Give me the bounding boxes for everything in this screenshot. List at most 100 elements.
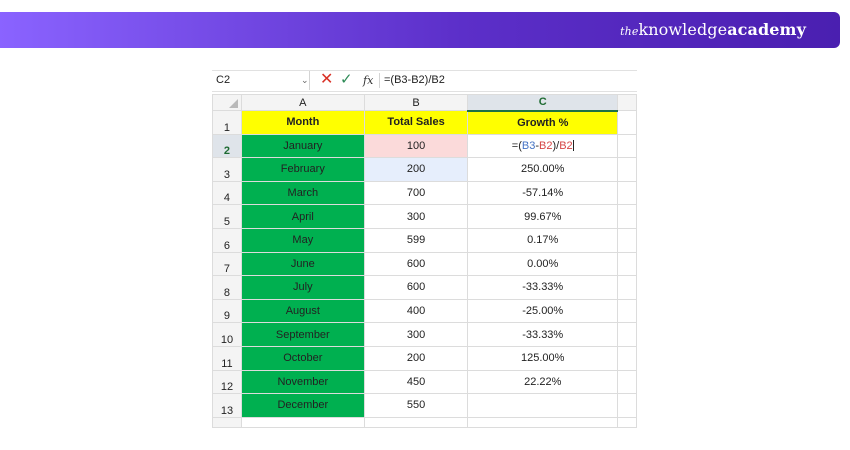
sales-cell[interactable]: 300: [363, 204, 469, 229]
table-row: 3 February 200 250.00%: [212, 157, 637, 182]
table-row: 11 October 200 125.00%: [212, 345, 637, 371]
month-cell[interactable]: January: [240, 133, 365, 159]
formula-ref-b2: B2: [559, 139, 573, 152]
growth-cell[interactable]: 0.17%: [467, 227, 619, 253]
empty-cell[interactable]: [240, 416, 365, 428]
growth-cell[interactable]: 22.22%: [467, 369, 619, 395]
name-box[interactable]: C2: [212, 71, 310, 90]
growth-cell[interactable]: 99.67%: [467, 204, 619, 229]
empty-cell[interactable]: [363, 416, 469, 428]
row-header[interactable]: 8: [212, 275, 242, 300]
month-cell[interactable]: May: [240, 227, 365, 253]
growth-cell[interactable]: 0.00%: [467, 251, 619, 277]
sales-cell[interactable]: 600: [363, 251, 469, 277]
row-header[interactable]: 10: [212, 322, 242, 347]
empty-cell[interactable]: [467, 416, 619, 428]
column-header-b[interactable]: B: [363, 94, 469, 111]
header-total-sales[interactable]: Total Sales: [363, 110, 469, 135]
select-all-corner[interactable]: [212, 94, 242, 111]
sales-cell[interactable]: 700: [363, 180, 469, 206]
growth-cell[interactable]: -33.33%: [467, 275, 619, 300]
empty-cell[interactable]: [617, 393, 637, 418]
growth-cell[interactable]: -25.00%: [467, 298, 619, 324]
month-cell[interactable]: July: [240, 275, 365, 300]
row-header[interactable]: 12: [212, 369, 242, 395]
growth-cell[interactable]: 125.00%: [467, 345, 619, 371]
empty-cell[interactable]: [617, 416, 637, 428]
table-row: 4 March 700 -57.14%: [212, 180, 637, 206]
close-x-icon[interactable]: ✕: [320, 70, 333, 90]
active-cell-editing[interactable]: =(B3-B2)/B2: [467, 133, 619, 159]
month-cell[interactable]: March: [240, 180, 365, 206]
empty-cell[interactable]: [617, 345, 637, 371]
empty-cell[interactable]: [617, 133, 637, 159]
formula-bar: C2 ⌄ ✕ ✓ fx =(B3-B2)/B2: [212, 70, 637, 92]
growth-cell[interactable]: 250.00%: [467, 157, 619, 182]
column-header-a[interactable]: A: [240, 94, 365, 111]
row-header[interactable]: 6: [212, 227, 242, 253]
growth-cell[interactable]: [467, 393, 619, 418]
row-header[interactable]: 11: [212, 345, 242, 371]
function-fx-icon[interactable]: fx: [363, 71, 373, 90]
cell-grid: A B C 1 Month Total Sales Growth % 2 Jan…: [212, 94, 637, 428]
sales-cell[interactable]: 400: [363, 298, 469, 324]
header-month[interactable]: Month: [240, 110, 365, 135]
formula-input[interactable]: =(B3-B2)/B2: [384, 71, 445, 90]
empty-cell[interactable]: [617, 251, 637, 277]
sales-cell[interactable]: 200: [363, 345, 469, 371]
table-row: 9 August 400 -25.00%: [212, 298, 637, 324]
text-caret: [572, 140, 574, 152]
row-header[interactable]: 7: [212, 251, 242, 277]
brand-prefix: the: [620, 25, 639, 38]
month-cell[interactable]: June: [240, 251, 365, 277]
column-header-d[interactable]: [617, 94, 637, 111]
brand-logo: theknowledgeacademy: [620, 12, 806, 48]
sales-cell-referenced[interactable]: 100: [363, 133, 469, 159]
spreadsheet: C2 ⌄ ✕ ✓ fx =(B3-B2)/B2 A B C 1 Month To…: [212, 70, 637, 430]
empty-cell[interactable]: [617, 204, 637, 229]
empty-cell[interactable]: [617, 157, 637, 182]
row-header[interactable]: 4: [212, 180, 242, 206]
month-cell[interactable]: August: [240, 298, 365, 324]
check-icon[interactable]: ✓: [340, 70, 353, 90]
row-header[interactable]: 3: [212, 157, 242, 182]
row-header[interactable]: 5: [212, 204, 242, 229]
row-header[interactable]: 9: [212, 298, 242, 324]
empty-cell[interactable]: [617, 322, 637, 347]
table-row: 6 May 599 0.17%: [212, 227, 637, 253]
sales-cell[interactable]: 450: [363, 369, 469, 395]
month-cell[interactable]: September: [240, 322, 365, 347]
growth-cell[interactable]: -33.33%: [467, 322, 619, 347]
sales-cell-referenced[interactable]: 200: [363, 157, 469, 182]
row-header[interactable]: [212, 416, 242, 428]
empty-cell[interactable]: [617, 298, 637, 324]
empty-cell[interactable]: [617, 110, 637, 135]
month-cell[interactable]: October: [240, 345, 365, 371]
sales-cell[interactable]: 300: [363, 322, 469, 347]
month-cell[interactable]: February: [240, 157, 365, 182]
empty-cell[interactable]: [617, 369, 637, 395]
sales-cell[interactable]: 600: [363, 275, 469, 300]
header-growth[interactable]: Growth %: [467, 110, 619, 135]
column-header-c[interactable]: C: [467, 94, 619, 112]
table-row: 1 Month Total Sales Growth %: [212, 110, 637, 135]
empty-cell[interactable]: [617, 180, 637, 206]
growth-cell[interactable]: -57.14%: [467, 180, 619, 206]
table-row: [212, 416, 637, 428]
chevron-down-icon[interactable]: ⌄: [301, 71, 309, 90]
row-header[interactable]: 2: [212, 133, 242, 159]
brand-knowledge: knowledge: [638, 20, 728, 39]
empty-cell[interactable]: [617, 227, 637, 253]
month-cell[interactable]: April: [240, 204, 365, 229]
row-header[interactable]: 1: [212, 110, 242, 135]
sales-cell[interactable]: 550: [363, 393, 469, 418]
row-header[interactable]: 13: [212, 393, 242, 418]
empty-cell[interactable]: [617, 275, 637, 300]
sales-cell[interactable]: 599: [363, 227, 469, 253]
brand-academy: academy: [727, 20, 806, 39]
table-row: 5 April 300 99.67%: [212, 204, 637, 229]
month-cell[interactable]: December: [240, 393, 365, 418]
formula-part: =(: [511, 139, 522, 152]
table-row: 7 June 600 0.00%: [212, 251, 637, 277]
month-cell[interactable]: November: [240, 369, 365, 395]
